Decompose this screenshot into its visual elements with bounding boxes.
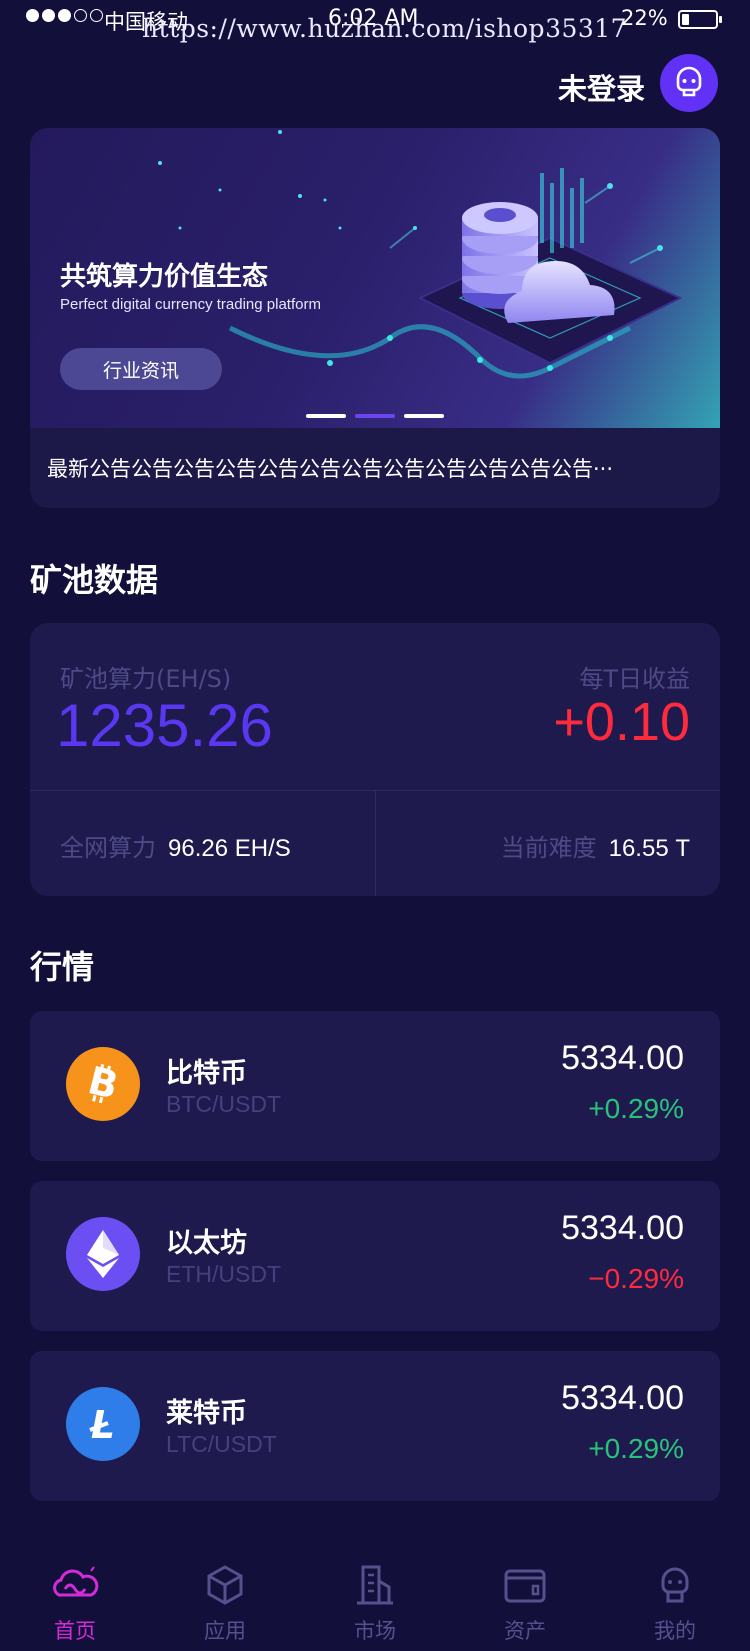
announcement-ticker[interactable]: 最新公告公告公告公告公告公告公告公告公告公告公告公告··· (47, 428, 707, 508)
pool-hashrate-value: 1235.26 (56, 692, 273, 759)
tab-apps[interactable]: 应用 (150, 1545, 300, 1651)
bottom-tab-bar: 首页 应用 市场 资产 我的 (0, 1545, 750, 1651)
tab-home[interactable]: 首页 (0, 1545, 150, 1651)
carousel-dot[interactable] (404, 414, 444, 418)
current-difficulty: 当前难度 16.55 T (501, 828, 690, 863)
litecoin-icon: L (66, 1387, 140, 1461)
tab-assets[interactable]: 资产 (450, 1545, 600, 1651)
tab-profile[interactable]: 我的 (600, 1545, 750, 1651)
ethereum-icon (66, 1217, 140, 1291)
industry-news-button[interactable]: 行业资讯 (60, 348, 222, 390)
difficulty-value: 16.55 T (608, 835, 690, 862)
bitcoin-icon: B (66, 1047, 140, 1121)
network-hashrate-label: 全网算力 (60, 834, 156, 862)
coin-pair: BTC/USDT (166, 1091, 281, 1117)
coin-card-ltc[interactable]: L 莱特币 LTC/USDT 5334.00 +0.29% (30, 1351, 720, 1501)
coin-name: 莱特币 (166, 1398, 247, 1429)
tab-label: 首页 (54, 1619, 96, 1643)
pool-hashrate-label: 矿池算力(EH/S) (60, 665, 232, 693)
home-cloud-icon (53, 1566, 99, 1597)
carousel-dot[interactable] (306, 414, 346, 418)
coin-price: 5334.00 (561, 1209, 684, 1247)
coin-change: +0.29% (588, 1433, 684, 1464)
carousel-indicator[interactable] (306, 414, 444, 418)
login-status[interactable]: 未登录 (558, 66, 645, 108)
tab-label: 资产 (504, 1619, 546, 1643)
difficulty-label: 当前难度 (500, 834, 597, 862)
robot-avatar-icon[interactable] (660, 54, 718, 112)
promo-banner[interactable]: 共筑算力价值生态 Perfect digital currency tradin… (30, 128, 720, 508)
market-section-title: 行情 (30, 948, 95, 986)
coin-pair: ETH/USDT (166, 1261, 281, 1287)
battery-icon (678, 10, 722, 29)
wallet-icon (504, 1569, 546, 1603)
battery-percent: 22% (621, 6, 668, 30)
building-icon (357, 1565, 393, 1605)
coin-card-btc[interactable]: B 比特币 BTC/USDT 5334.00 +0.29% (30, 1011, 720, 1161)
cube-icon (207, 1565, 243, 1605)
signal-strength-icon (26, 9, 103, 22)
watermark-url: https://www.huzhan.com/ishop35317 (142, 14, 628, 43)
tab-label: 应用 (204, 1619, 246, 1643)
tab-label: 市场 (354, 1619, 396, 1643)
banner-subtitle: Perfect digital currency trading platfor… (60, 296, 321, 313)
carousel-dot-active[interactable] (355, 414, 395, 418)
coin-name: 比特币 (166, 1058, 247, 1089)
pool-card: 矿池算力(EH/S) 1235.26 每T日收益 +0.10 全网算力 96.26… (30, 623, 720, 896)
coin-change: +0.29% (588, 1093, 684, 1124)
network-hashrate-value: 96.26 EH/S (168, 835, 291, 862)
coin-name: 以太坊 (166, 1228, 247, 1259)
pool-section-title: 矿池数据 (30, 561, 159, 599)
daily-income-value: +0.10 (553, 692, 690, 752)
tab-market[interactable]: 市场 (300, 1545, 450, 1651)
profile-icon (661, 1567, 689, 1603)
status-bar: 中国移动 6:02 AM https://www.huzhan.com/isho… (0, 0, 750, 43)
coin-price: 5334.00 (561, 1039, 684, 1077)
coin-card-eth[interactable]: 以太坊 ETH/USDT 5334.00 −0.29% (30, 1181, 720, 1331)
coin-price: 5334.00 (561, 1379, 684, 1417)
tab-label: 我的 (654, 1619, 696, 1643)
network-hashrate: 全网算力 96.26 EH/S (60, 828, 291, 863)
daily-income-label: 每T日收益 (579, 665, 690, 693)
divider (375, 791, 376, 896)
coin-pair: LTC/USDT (166, 1431, 277, 1457)
banner-title: 共筑算力价值生态 (60, 262, 269, 292)
coin-change: −0.29% (588, 1263, 684, 1294)
